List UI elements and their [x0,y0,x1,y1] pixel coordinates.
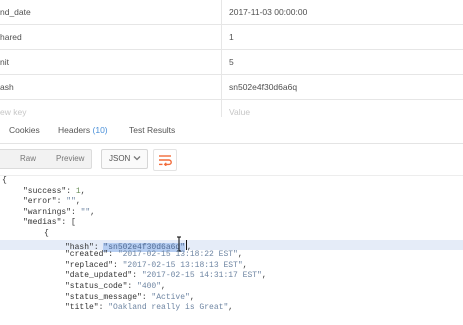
param-value[interactable]: 1 [229,32,234,42]
json-key: "status_code" [65,281,128,291]
i-beam-cursor-icon [177,236,181,252]
param-row[interactable]: hared 1 [0,25,463,50]
json-key: "warnings" [23,207,72,217]
json-key: "created" [65,250,109,260]
json-key: "success" [23,186,67,196]
view-mode-segment: Raw Preview [0,149,92,169]
response-toolbar: Raw Preview JSON [0,143,463,174]
code-line: { [0,229,463,240]
param-value[interactable]: 2017-11-03 00:00:00 [229,7,307,17]
wrap-lines-button[interactable] [153,149,177,171]
code-line: "warnings": "", [23,207,96,217]
params-table: nd_date 2017-11-03 00:00:00 hared 1 nit … [0,0,463,124]
json-value: "2017-02-15 13:18:22 EST" [117,250,238,260]
json-value: "400" [137,281,162,291]
tab-cookies[interactable]: Cookies [9,125,40,135]
raw-button[interactable]: Raw [20,154,36,163]
json-key: "medias" [23,218,62,228]
code-line: "date_updated": "2017-02-15 14:31:17 EST… [65,271,267,281]
code-line: "status_message": "Active", [65,292,195,302]
code-line: "success": 1, [23,186,86,196]
code-line: "title": "Oakland really is Great", [65,303,234,313]
json-value: 1 [75,186,81,196]
json-key: "status_message" [65,292,142,302]
chevron-down-icon [133,156,141,161]
json-value: "Active" [151,292,190,302]
new-value-input[interactable]: Value [229,107,250,117]
code-line: { [0,176,463,187]
headers-count: (10) [92,125,108,135]
json-key: "date_updated" [65,271,133,281]
json-value: "2017-02-15 13:18:13 EST" [122,260,243,270]
code-line: "created": "2017-02-15 13:18:22 EST", [65,250,243,260]
param-row[interactable]: nit 5 [0,50,463,75]
tab-headers[interactable]: Headers (10) [58,125,108,135]
preview-button[interactable]: Preview [56,154,84,163]
wrap-lines-icon [159,155,172,166]
json-value: "" [66,197,76,207]
json-value: "" [80,207,91,217]
json-key: "replaced" [65,260,114,270]
param-key[interactable]: nit [0,57,9,67]
brace: { [2,176,7,185]
param-key[interactable]: hared [0,32,22,42]
format-select-value: JSON [109,154,131,163]
code-line: "replaced": "2017-02-15 13:18:13 EST", [65,260,248,270]
response-body[interactable]: { "success": 1, "error": "", "warnings":… [0,175,463,325]
code-line: "medias": [ [0,218,463,229]
brace: { [44,228,49,238]
text-cursor [186,239,188,250]
json-value: "Oakland really is Great" [108,303,229,313]
tab-test-results[interactable]: Test Results [129,125,175,135]
tab-headers-label: Headers [58,125,91,135]
format-select[interactable]: JSON [101,149,148,169]
param-row[interactable]: nd_date 2017-11-03 00:00:00 [0,0,463,25]
json-key: "error" [23,197,57,207]
new-key-input[interactable]: ew key [0,107,26,117]
response-tabs: Cookies Headers (10) Test Results [0,117,463,144]
param-key[interactable]: nd_date [0,7,31,17]
code-line: "error": "", [23,197,81,207]
code-line: "status_code": "400", [65,281,166,291]
param-value[interactable]: 5 [229,57,234,67]
json-value: "2017-02-15 14:31:17 EST" [141,271,262,281]
code-line-active: "hash": "sn502e4f30d6a6q", [0,236,463,252]
param-key[interactable]: ash [0,82,14,92]
json-key: "title" [65,303,99,313]
param-value[interactable]: sn502e4f30d6a6q [229,82,297,92]
param-row[interactable]: ash sn502e4f30d6a6q [0,75,463,100]
array-open: : [ [61,218,76,228]
